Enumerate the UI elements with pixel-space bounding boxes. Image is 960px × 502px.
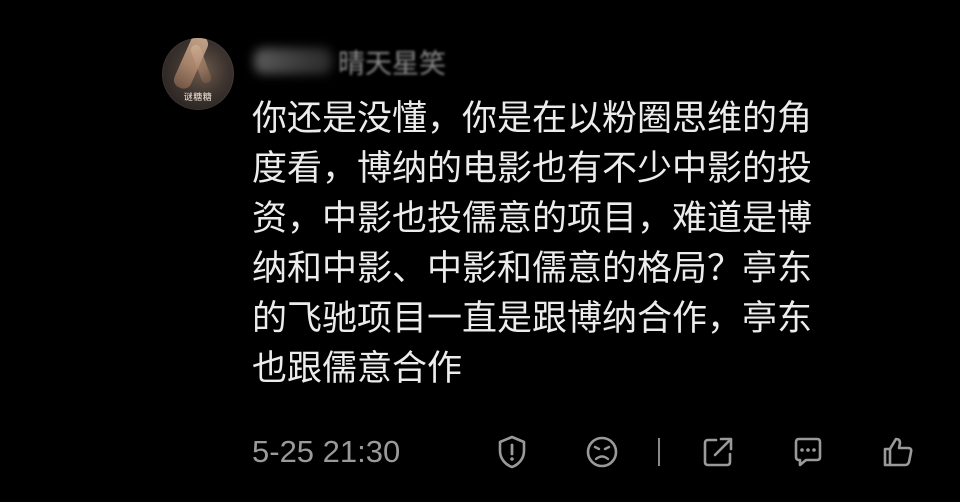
username[interactable]: 晴天星笑	[254, 42, 446, 80]
avatar[interactable]: 谜糖糖	[162, 38, 234, 110]
comment-timestamp: 5-25 21:30	[252, 434, 401, 469]
reply-button[interactable]	[788, 432, 828, 472]
username-redaction	[254, 48, 332, 74]
comment-body: 你还是没懂，你是在以粉圈思维的角 度看，博纳的电影也有不少中影的投 资，中影也投…	[252, 99, 813, 389]
comment-item: 谜糖糖 晴天星笑 你还是没懂，你是在以粉圈思维的角 度看，博纳的电影也有不少中影…	[0, 0, 960, 502]
like-button[interactable]	[878, 432, 918, 472]
dislike-button[interactable]	[582, 432, 622, 472]
avatar-caption: 谜糖糖	[183, 93, 213, 103]
dislike-icon	[586, 436, 618, 468]
report-icon	[498, 435, 526, 469]
action-divider	[658, 438, 660, 466]
comment-footer: 5-25 21:30	[252, 430, 932, 474]
share-icon	[703, 437, 733, 467]
reply-icon	[794, 437, 822, 467]
like-icon	[883, 437, 913, 467]
share-button[interactable]	[698, 432, 738, 472]
report-button[interactable]	[492, 432, 532, 472]
username-text: 晴天星笑	[338, 48, 446, 80]
